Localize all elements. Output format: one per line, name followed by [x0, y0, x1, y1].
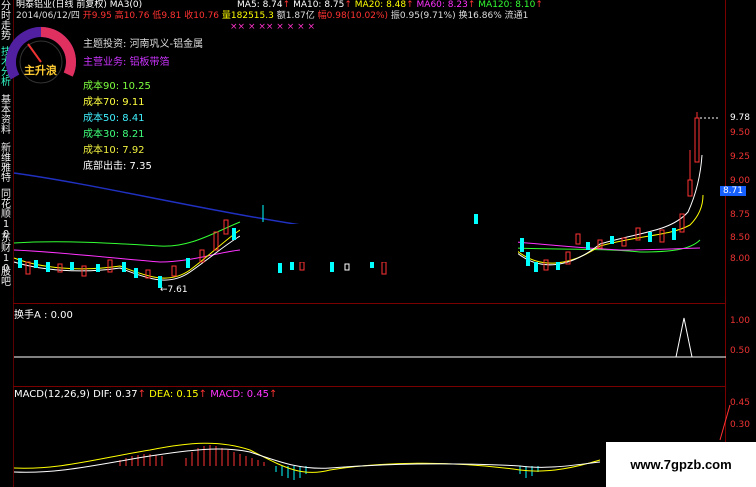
cost-10: 成本10: 7.92	[83, 145, 145, 156]
theme-value: 河南巩义-铝金属	[129, 39, 204, 50]
macd-dea: DEA: 0.15	[149, 389, 199, 400]
bottom-signal: 底部出击: 7.35	[83, 161, 152, 172]
dial-label: 主升浪	[24, 64, 57, 77]
macd-value: MACD: 0.45	[210, 389, 270, 400]
low-price-mark: ←7.61	[160, 285, 188, 295]
theme-label: 主题投资:	[83, 39, 127, 50]
macd-label: MACD(12,26,9) DIF: 0.37↑ DEA: 0.15↑ MACD…	[14, 389, 278, 400]
trend-dial-icon	[6, 27, 76, 92]
macd-title: MACD(12,26,9)	[14, 389, 90, 400]
cost-90: 成本90: 10.25	[83, 81, 151, 92]
cost-30: 成本30: 8.21	[83, 129, 145, 140]
cost-50: 成本50: 8.41	[83, 113, 145, 124]
turnover-label: 换手A : 0.00	[14, 310, 73, 321]
business-label: 主营业务:	[83, 57, 127, 68]
watermark: www.7gpzb.com	[606, 442, 756, 487]
macd-dif: DIF: 0.37	[93, 389, 138, 400]
info-panel: 主题投资: 河南巩义-铝金属 主营业务: 铝板带箔	[83, 36, 203, 72]
business-value: 铝板带箔	[129, 57, 170, 68]
candles-right	[520, 112, 700, 272]
overlay-block-mid	[240, 224, 518, 262]
cost-70: 成本70: 9.11	[83, 97, 145, 108]
